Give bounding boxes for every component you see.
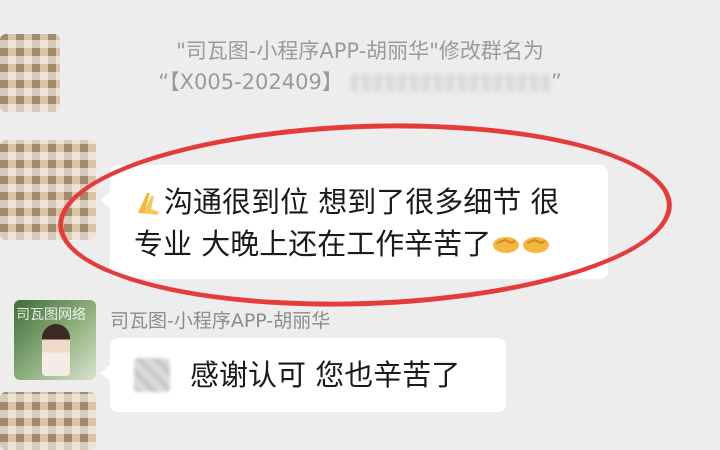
highlight-ellipse xyxy=(55,113,675,317)
mosaic-image xyxy=(134,358,170,392)
system-message-line2: “【X005-202409】 ” xyxy=(100,67,620,98)
avatar[interactable]: 司瓦图网络 xyxy=(14,300,96,380)
system-message-line1: "司瓦图-小程序APP-胡丽华"修改群名为 xyxy=(176,39,544,63)
blurred-text xyxy=(350,74,551,92)
sender-name: 司瓦图-小程序APP-胡丽华 xyxy=(110,310,331,332)
avatar-caption: 司瓦图网络 xyxy=(16,307,86,323)
system-message-quote-end: ” xyxy=(550,70,562,94)
mosaic-avatar-bottom[interactable] xyxy=(0,392,96,450)
mosaic-avatar-top[interactable] xyxy=(0,34,60,112)
system-message-group-name: “【X005-202409】 xyxy=(158,70,343,94)
message-text: 感谢认可 您也辛苦了 xyxy=(190,358,461,392)
system-message: "司瓦图-小程序APP-胡丽华"修改群名为 “【X005-202409】 ” xyxy=(100,36,620,98)
message-bubble[interactable]: 感谢认可 您也辛苦了 xyxy=(101,338,506,412)
avatar-person xyxy=(42,324,70,376)
